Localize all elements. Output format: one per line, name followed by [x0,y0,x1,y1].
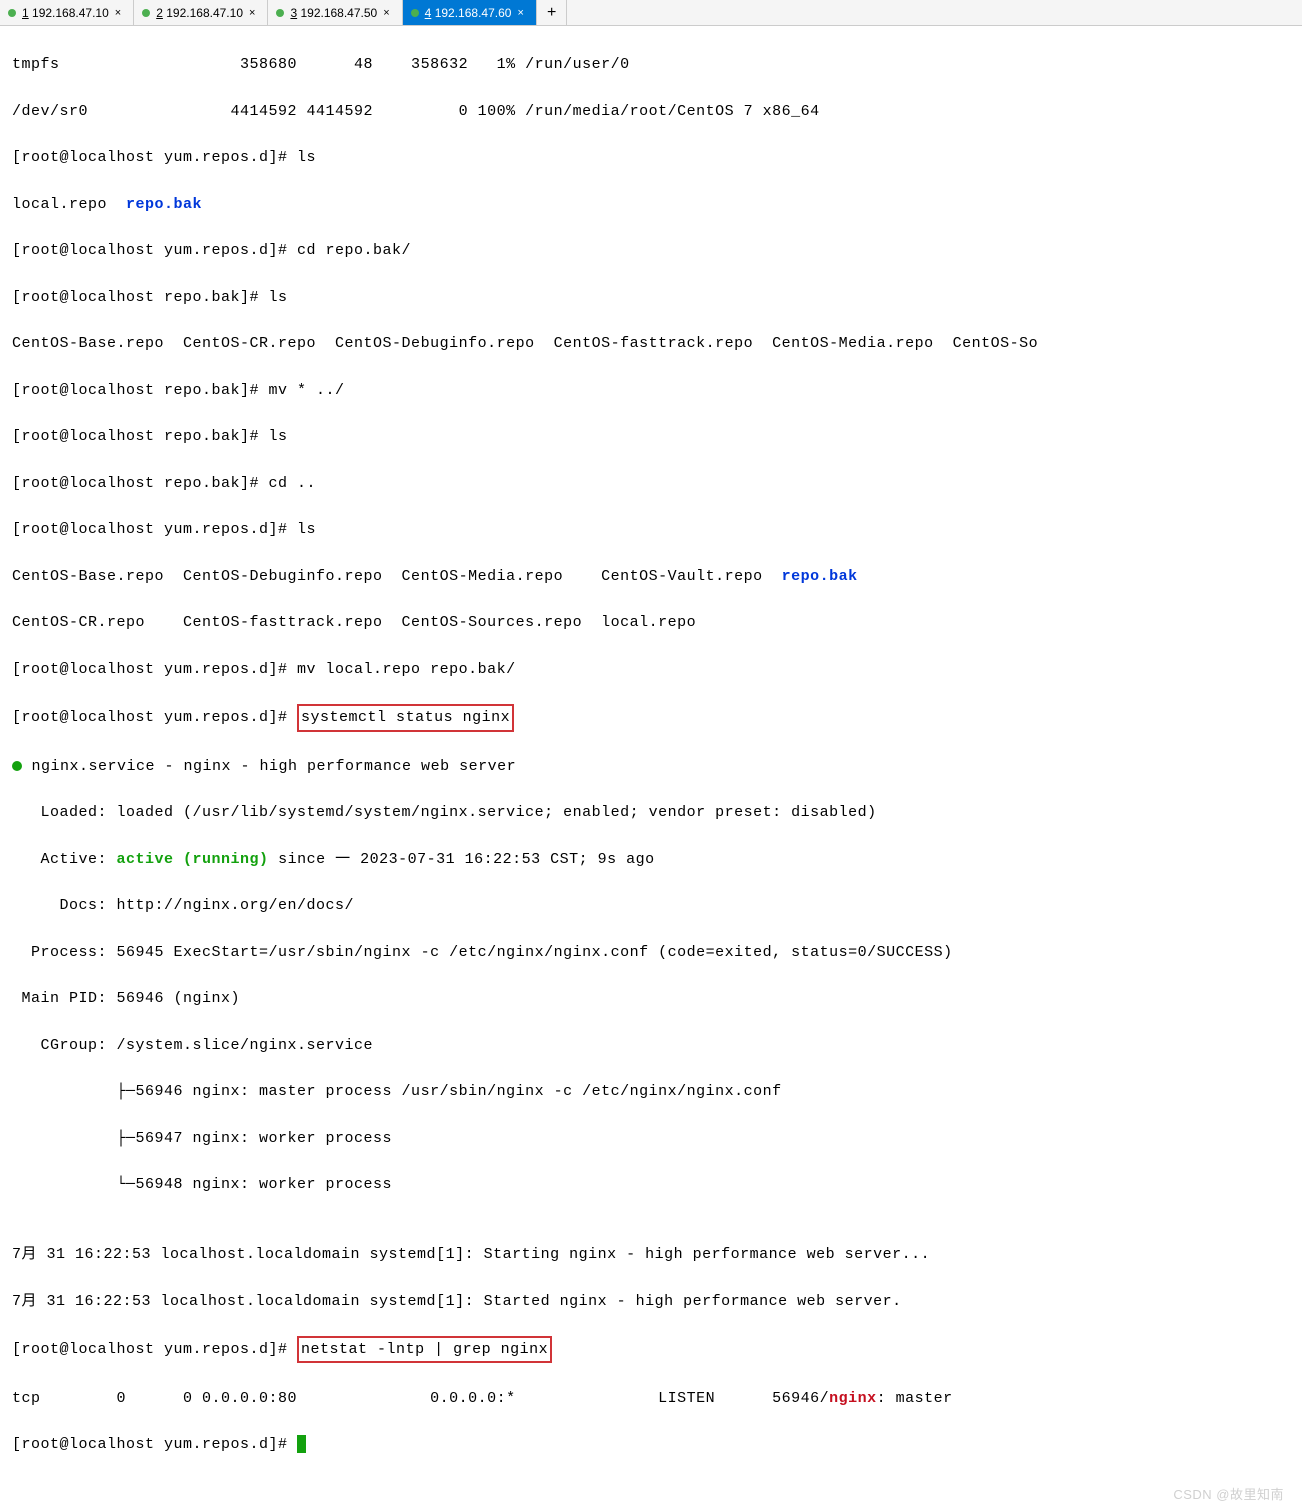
tab-4[interactable]: 4 192.168.47.60 × [403,0,537,25]
terminal-line: Main PID: 56946 (nginx) [12,987,1290,1010]
terminal-line: 7月 31 16:22:53 localhost.localdomain sys… [12,1243,1290,1266]
terminal-line: tcp 0 0 0.0.0.0:80 0.0.0.0:* LISTEN 5694… [12,1387,1290,1410]
directory-name: repo.bak [126,196,202,213]
close-icon[interactable]: × [383,7,389,19]
highlight-box: netstat -lntp | grep nginx [297,1336,552,1363]
terminal-line: nginx.service - nginx - high performance… [12,755,1290,778]
terminal-line: 7月 31 16:22:53 localhost.localdomain sys… [12,1290,1290,1313]
terminal[interactable]: tmpfs 358680 48 358632 1% /run/user/0 /d… [0,26,1302,1511]
terminal-line: CentOS-Base.repo CentOS-Debuginfo.repo C… [12,565,1290,588]
tab-3[interactable]: 3 192.168.47.50 × [268,0,402,25]
tab-label: 2 192.168.47.10 [156,6,243,20]
terminal-line: [root@localhost yum.repos.d]# mv local.r… [12,658,1290,681]
terminal-line: [root@localhost repo.bak]# ls [12,425,1290,448]
terminal-line: ├─56947 nginx: worker process [12,1127,1290,1150]
status-dot-icon [411,9,419,17]
close-icon[interactable]: × [249,7,255,19]
tab-2[interactable]: 2 192.168.47.10 × [134,0,268,25]
terminal-line: [root@localhost yum.repos.d]# ls [12,146,1290,169]
terminal-line: Loaded: loaded (/usr/lib/systemd/system/… [12,801,1290,824]
terminal-line: [root@localhost yum.repos.d]# netstat -l… [12,1336,1290,1363]
status-dot-icon [142,9,150,17]
terminal-line: local.repo repo.bak [12,193,1290,216]
terminal-line: CentOS-CR.repo CentOS-fasttrack.repo Cen… [12,611,1290,634]
status-dot-icon [276,9,284,17]
terminal-line: [root@localhost yum.repos.d]# ls [12,518,1290,541]
terminal-line: [root@localhost repo.bak]# cd .. [12,472,1290,495]
active-bullet-icon [12,761,22,771]
terminal-line: CentOS-Base.repo CentOS-CR.repo CentOS-D… [12,332,1290,355]
terminal-line: └─56948 nginx: worker process [12,1173,1290,1196]
terminal-line: [root@localhost yum.repos.d]# systemctl … [12,704,1290,731]
terminal-line: ├─56946 nginx: master process /usr/sbin/… [12,1080,1290,1103]
tab-label: 1 192.168.47.10 [22,6,109,20]
highlight-box: systemctl status nginx [297,704,514,731]
close-icon[interactable]: × [517,7,523,19]
close-icon[interactable]: × [115,7,121,19]
new-tab-button[interactable]: + [537,0,568,25]
tab-label: 3 192.168.47.50 [290,6,377,20]
tab-label: 4 192.168.47.60 [425,6,512,20]
terminal-line: [root@localhost repo.bak]# ls [12,286,1290,309]
watermark: CSDN @故里知南 [1173,1485,1284,1505]
status-dot-icon [8,9,16,17]
terminal-line: [root@localhost yum.repos.d]# [12,1433,1290,1456]
terminal-line: Active: active (running) since 一 2023-07… [12,848,1290,871]
directory-name: repo.bak [782,568,858,585]
tab-bar: 1 192.168.47.10 × 2 192.168.47.10 × 3 19… [0,0,1302,26]
cursor-icon [297,1435,306,1453]
process-name: nginx [829,1390,877,1407]
terminal-line: CGroup: /system.slice/nginx.service [12,1034,1290,1057]
terminal-line: Docs: http://nginx.org/en/docs/ [12,894,1290,917]
terminal-line: /dev/sr0 4414592 4414592 0 100% /run/med… [12,100,1290,123]
terminal-line: tmpfs 358680 48 358632 1% /run/user/0 [12,53,1290,76]
terminal-line: [root@localhost repo.bak]# mv * ../ [12,379,1290,402]
terminal-line: [root@localhost yum.repos.d]# cd repo.ba… [12,239,1290,262]
tab-1[interactable]: 1 192.168.47.10 × [0,0,134,25]
terminal-line: Process: 56945 ExecStart=/usr/sbin/nginx… [12,941,1290,964]
status-active: active (running) [117,851,269,868]
